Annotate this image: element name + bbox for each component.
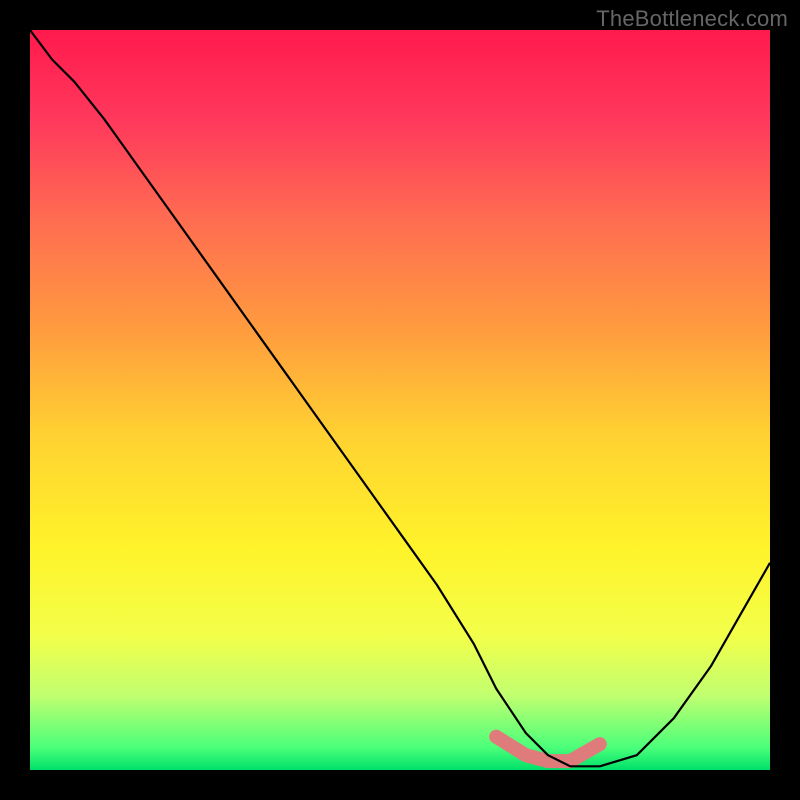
chart-svg [30, 30, 770, 770]
chart-container: TheBottleneck.com [0, 0, 800, 800]
watermark-text: TheBottleneck.com [596, 6, 788, 32]
plot-area [30, 30, 770, 770]
gradient-background [30, 30, 770, 770]
